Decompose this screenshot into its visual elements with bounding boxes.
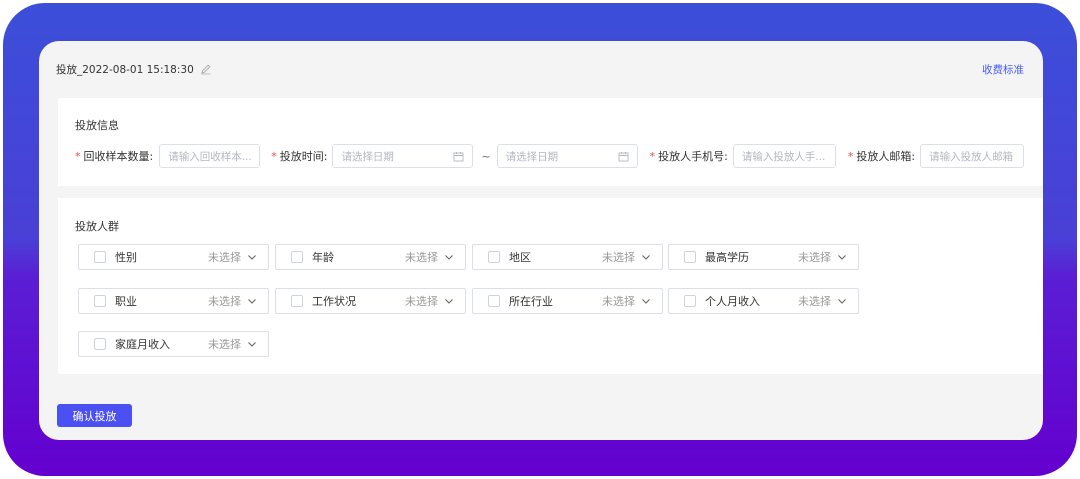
checkbox[interactable] bbox=[488, 251, 500, 263]
crowd-filter-region[interactable]: 地区 未选择 bbox=[472, 244, 663, 270]
target-crowd-panel: 投放人群 性别 未选择 年龄 未选择 地区 未选择 最高学历 未选择 职业 未选… bbox=[58, 198, 1043, 374]
section-title-crowd: 投放人群 bbox=[75, 220, 119, 233]
checkbox[interactable] bbox=[291, 295, 303, 307]
fee-standard-link[interactable]: 收费标准 bbox=[982, 62, 1024, 77]
crowd-filter-industry[interactable]: 所在行业 未选择 bbox=[472, 288, 663, 314]
info-form-row: * 回收样本数量: 请输入回收样本... * 投放时间: 请选择日期 ~ 请选择… bbox=[75, 144, 1025, 168]
chevron-down-icon bbox=[642, 299, 650, 304]
chevron-down-icon bbox=[248, 255, 256, 260]
checkbox[interactable] bbox=[684, 295, 696, 307]
checkbox[interactable] bbox=[488, 295, 500, 307]
checkbox[interactable] bbox=[291, 251, 303, 263]
phone-input[interactable]: 请输入投放人手... bbox=[732, 144, 836, 168]
date-range-separator: ~ bbox=[481, 149, 491, 163]
checkbox[interactable] bbox=[94, 295, 106, 307]
placement-card: 投放_2022-08-01 15:18:30 收费标准 投放信息 * 回收样本数量… bbox=[39, 41, 1043, 440]
end-date-input[interactable]: 请选择日期 bbox=[496, 144, 638, 168]
calendar-icon bbox=[453, 151, 464, 161]
chevron-down-icon bbox=[838, 255, 846, 260]
confirm-placement-button[interactable]: 确认投放 bbox=[57, 404, 132, 427]
start-date-input[interactable]: 请选择日期 bbox=[332, 144, 474, 168]
placement-info-panel: 投放信息 *回收样本数量: 请输入回收样本... *投放时间: 请选择日期 bbox=[58, 98, 1043, 186]
email-label: * 投放人邮箱: bbox=[847, 150, 916, 163]
checkbox[interactable] bbox=[94, 338, 106, 350]
chevron-down-icon bbox=[838, 299, 846, 304]
checkbox[interactable] bbox=[684, 251, 696, 263]
section-title-info: 投放信息 bbox=[75, 119, 119, 132]
sample-count-input[interactable]: 请输入回收样本... bbox=[159, 144, 261, 168]
crowd-filter-personal-income[interactable]: 个人月收入 未选择 bbox=[668, 288, 859, 314]
chevron-down-icon bbox=[445, 299, 453, 304]
header-bar: 投放_2022-08-01 15:18:30 收费标准 bbox=[56, 61, 1024, 77]
chevron-down-icon bbox=[248, 342, 256, 347]
crowd-filter-occupation[interactable]: 职业 未选择 bbox=[78, 288, 269, 314]
crowd-filter-education[interactable]: 最高学历 未选择 bbox=[668, 244, 859, 270]
checkbox[interactable] bbox=[94, 251, 106, 263]
edit-icon[interactable] bbox=[200, 63, 212, 75]
chevron-down-icon bbox=[248, 299, 256, 304]
time-label: * 投放时间: bbox=[271, 150, 328, 163]
crowd-filter-work-status[interactable]: 工作状况 未选择 bbox=[275, 288, 466, 314]
crowd-filter-age[interactable]: 年龄 未选择 bbox=[275, 244, 466, 270]
chevron-down-icon bbox=[445, 255, 453, 260]
crowd-filter-gender[interactable]: 性别 未选择 bbox=[78, 244, 269, 270]
calendar-icon bbox=[618, 151, 629, 161]
crowd-filter-household-income[interactable]: 家庭月收入 未选择 bbox=[78, 331, 269, 357]
email-input[interactable]: 请输入投放人邮箱 bbox=[920, 144, 1025, 168]
placement-title: 投放_2022-08-01 15:18:30 bbox=[56, 63, 194, 76]
device-frame: 投放_2022-08-01 15:18:30 收费标准 投放信息 * 回收样本数量… bbox=[3, 3, 1077, 476]
phone-label: * 投放人手机号: bbox=[649, 150, 728, 163]
sample-count-label: * 回收样本数量: bbox=[75, 150, 154, 163]
chevron-down-icon bbox=[642, 255, 650, 260]
